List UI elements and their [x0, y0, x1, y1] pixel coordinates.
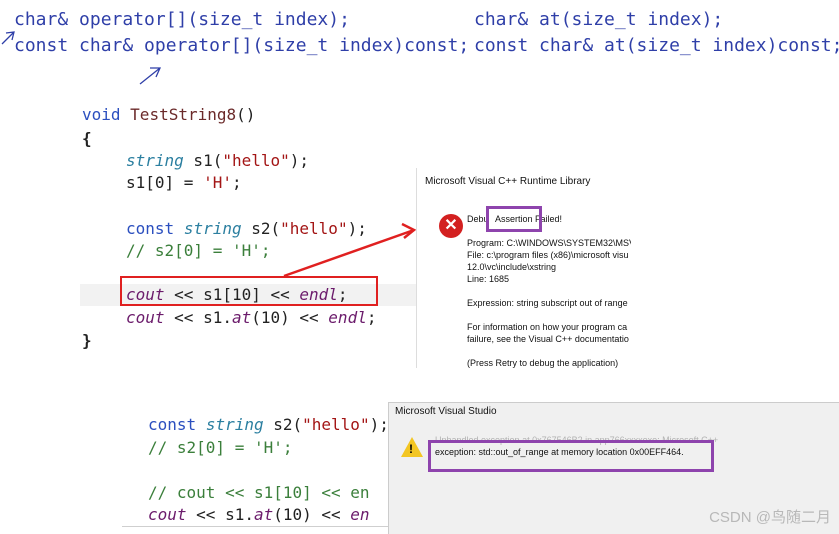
runtime-error-dialog: Microsoft Visual C++ Runtime Library ✕ D…: [416, 168, 631, 368]
info-text-1: For information on how your program ca: [467, 322, 628, 332]
code-line-9: }: [82, 331, 92, 350]
bottom-code-line-2: // s2[0] = 'H';: [148, 438, 293, 457]
line-divider: [122, 526, 392, 527]
bottom-code-line-4: cout << s1.at(10) << en: [148, 505, 370, 524]
arrow-mark-middle: [139, 67, 162, 85]
bottom-code-line-1: const string s2("hello");: [148, 415, 389, 434]
file-text-2: 12.0\vc\include\xstring: [467, 262, 557, 272]
highlight-box-exception: [428, 440, 714, 472]
code-line-2: {: [82, 129, 92, 148]
watermark: CSDN @鸟随二月: [709, 509, 831, 526]
warning-mark: !: [409, 442, 413, 456]
vs-dialog-title: Microsoft Visual Studio: [395, 406, 497, 417]
arrow-mark-left: [1, 31, 15, 45]
highlight-box-assertion: [486, 206, 542, 232]
info-text-2: failure, see the Visual C++ documentatio: [467, 334, 629, 344]
retry-text: (Press Retry to debug the application): [467, 358, 619, 368]
code-line-6: // s2[0] = 'H';: [126, 241, 271, 260]
code-line-1: void TestString8(): [82, 105, 256, 124]
error-icon: ✕: [439, 214, 463, 238]
code-line-3: string s1("hello");: [126, 151, 310, 170]
code-line-4: s1[0] = 'H';: [126, 173, 242, 192]
dialog-title: Microsoft Visual C++ Runtime Library: [425, 176, 591, 187]
expression-text: Expression: string subscript out of rang…: [467, 298, 628, 308]
program-text: Program: C:\WINDOWS\SYSTEM32\MSVC: [467, 238, 631, 248]
code-line-5: const string s2("hello");: [126, 219, 367, 238]
highlight-box-subscript: [120, 276, 378, 306]
code-line-8: cout << s1.at(10) << endl;: [126, 308, 377, 327]
file-text: File: c:\program files (x86)\microsoft v…: [467, 250, 629, 260]
line-text: Line: 1685: [467, 274, 510, 284]
bottom-code-line-3: // cout << s1[10] << en: [148, 483, 370, 502]
